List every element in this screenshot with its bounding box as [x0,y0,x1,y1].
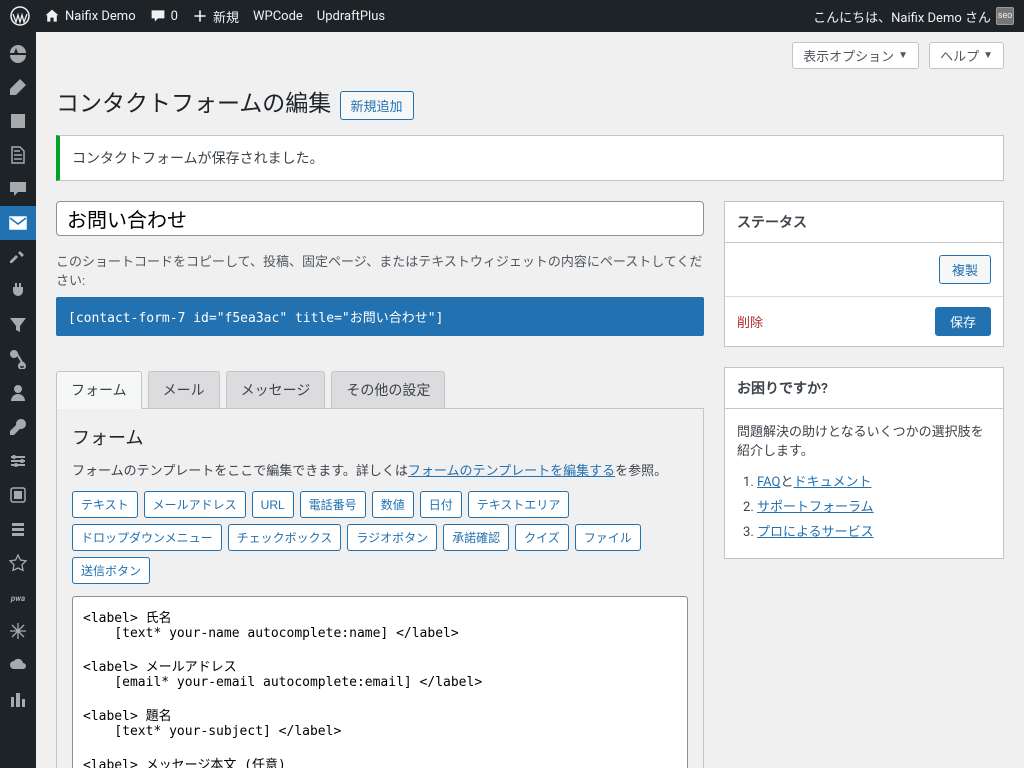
menu-star[interactable] [0,546,36,580]
editor-tabs: フォーム メール メッセージ その他の設定 [56,371,704,409]
status-heading: ステータス [725,202,1003,243]
menu-settings[interactable] [0,444,36,478]
content-area: 表示オプション▼ ヘルプ▼ コンタクトフォームの編集 新規追加 コンタクトフォー… [36,32,1024,768]
tag-dropdown[interactable]: ドロップダウンメニュー [72,524,222,551]
comment-icon [150,8,166,24]
add-new-button[interactable]: 新規追加 [340,91,414,120]
new-content-link[interactable]: 新規 [192,7,239,26]
tab-settings[interactable]: その他の設定 [331,371,445,408]
menu-generic-2[interactable] [0,512,36,546]
help-heading: お困りですか? [725,368,1003,409]
faq-link[interactable]: FAQ [757,475,780,490]
menu-comments[interactable] [0,172,36,206]
tag-url[interactable]: URL [252,491,294,518]
adminbar-item-updraftplus[interactable]: UpdraftPlus [317,9,385,24]
menu-building[interactable] [0,682,36,716]
menu-cloud[interactable] [0,648,36,682]
docs-link[interactable]: ドキュメント [793,475,871,490]
tab-form[interactable]: フォーム [56,371,142,409]
help-link-item: FAQとドキュメント [757,471,991,490]
panel-heading: フォーム [72,424,688,450]
success-notice: コンタクトフォームが保存されました。 [56,135,1004,181]
help-link-item: プロによるサービス [757,521,991,540]
chevron-down-icon: ▼ [983,50,993,61]
menu-users[interactable] [0,376,36,410]
menu-pages[interactable] [0,138,36,172]
home-icon [44,8,60,24]
new-label: 新規 [213,7,239,26]
delete-link[interactable]: 削除 [737,312,763,331]
template-docs-link[interactable]: フォームのテンプレートを編集する [408,464,615,479]
svg-text:pwa: pwa [10,594,25,603]
menu-pwa[interactable]: pwa [0,580,36,614]
tag-tel[interactable]: 電話番号 [300,491,366,518]
tag-checkbox[interactable]: チェックボックス [228,524,342,551]
shortcode-note: このショートコードをコピーして、投稿、固定ページ、またはテキストウィジェットの内… [56,251,704,289]
menu-tools[interactable] [0,410,36,444]
tag-acceptance[interactable]: 承諾確認 [443,524,509,551]
tag-quiz[interactable]: クイズ [515,524,569,551]
form-title-input[interactable] [56,201,704,236]
tag-text[interactable]: テキスト [72,491,138,518]
tab-mail[interactable]: メール [148,371,220,408]
admin-sidebar: pwa [0,32,36,768]
menu-generic-1[interactable] [0,478,36,512]
form-template-textarea[interactable] [72,596,688,768]
tab-messages[interactable]: メッセージ [226,371,326,408]
pro-services-link[interactable]: プロによるサービス [757,525,874,540]
menu-filter[interactable] [0,308,36,342]
save-button[interactable]: 保存 [935,307,991,336]
shortcode-display[interactable]: [contact-form-7 id="f5ea3ac" title="お問い合… [56,297,704,336]
support-forum-link[interactable]: サポートフォーラム [757,500,874,515]
tag-submit[interactable]: 送信ボタン [72,557,150,584]
adminbar-item-wpcode[interactable]: WPCode [253,9,303,24]
menu-snowflake[interactable] [0,614,36,648]
screen-options-button[interactable]: 表示オプション▼ [792,42,919,69]
admin-toolbar: Naifix Demo 0 新規 WPCode UpdraftPlus こんにち… [0,0,1024,32]
help-button[interactable]: ヘルプ▼ [929,42,1004,69]
menu-posts[interactable] [0,70,36,104]
menu-snippets[interactable] [0,342,36,376]
menu-media[interactable] [0,104,36,138]
panel-description: フォームのテンプレートをここで編集できます。詳しくはフォームのテンプレートを編集… [72,460,688,479]
tag-radio[interactable]: ラジオボタン [347,524,437,551]
plus-icon [192,8,208,24]
help-postbox: お困りですか? 問題解決の助けとなるいくつかの選択肢を紹介します。 FAQとドキ… [724,367,1004,559]
page-title: コンタクトフォームの編集 [56,84,331,118]
duplicate-button[interactable]: 複製 [939,255,991,284]
site-name: Naifix Demo [65,9,136,24]
tag-generator: テキスト メールアドレス URL 電話番号 数値 日付 テキストエリア ドロップ… [72,491,688,584]
menu-contact[interactable] [0,206,36,240]
avatar: seo [996,7,1014,25]
tag-email[interactable]: メールアドレス [144,491,246,518]
site-name-link[interactable]: Naifix Demo [44,8,136,24]
account-link[interactable]: こんにちは、Naifix Demo さん seo [813,7,1014,26]
form-panel: フォーム フォームのテンプレートをここで編集できます。詳しくはフォームのテンプレ… [56,409,704,768]
status-postbox: ステータス 複製 削除 保存 [724,201,1004,347]
help-links-list: FAQとドキュメント サポートフォーラム プロによるサービス [737,471,991,540]
menu-plugins[interactable] [0,274,36,308]
tag-date[interactable]: 日付 [420,491,462,518]
tag-number[interactable]: 数値 [372,491,414,518]
wp-logo-menu[interactable] [10,6,30,26]
chevron-down-icon: ▼ [898,50,908,61]
tag-textarea[interactable]: テキストエリア [468,491,570,518]
menu-appearance[interactable] [0,240,36,274]
help-description: 問題解決の助けとなるいくつかの選択肢を紹介します。 [737,421,991,459]
tag-file[interactable]: ファイル [575,524,641,551]
comments-link[interactable]: 0 [150,8,178,24]
menu-dashboard[interactable] [0,36,36,70]
comment-count: 0 [171,9,178,24]
help-link-item: サポートフォーラム [757,496,991,515]
greeting: こんにちは、Naifix Demo さん [813,7,991,26]
